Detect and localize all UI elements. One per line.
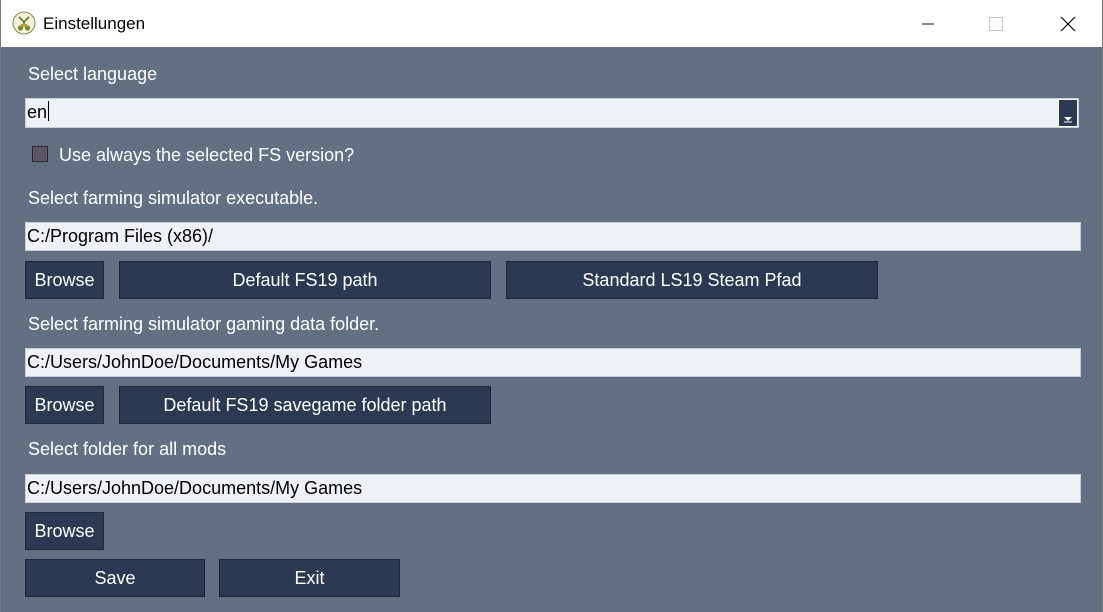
close-button[interactable] — [1045, 0, 1091, 47]
dropdown-arrow-button[interactable] — [1058, 99, 1078, 127]
mods-browse-button[interactable]: Browse — [25, 512, 104, 550]
fs-version-checkbox[interactable] — [32, 146, 48, 162]
minimize-icon — [922, 23, 934, 24]
executable-label: Select farming simulator executable. — [28, 188, 319, 208]
maximize-icon — [989, 16, 1003, 31]
text-cursor — [48, 101, 50, 121]
executable-path-field[interactable]: C:/Program Files (x86)/ — [25, 222, 1081, 251]
settings-panel: Select language en Use always the select… — [1, 47, 1102, 612]
farming-tractor-icon — [12, 11, 36, 35]
gaming-data-browse-button[interactable]: Browse — [25, 386, 104, 424]
title-bar[interactable]: Einstellungen — [1, 0, 1102, 47]
window-title: Einstellungen — [43, 14, 146, 33]
language-select-value-wrap: en — [27, 101, 50, 123]
default-fs19-path-button[interactable]: Default FS19 path — [119, 261, 491, 299]
mods-label: Select folder for all mods — [28, 439, 227, 459]
mods-path-field[interactable]: C:/Users/JohnDoe/Documents/My Games — [25, 474, 1081, 503]
dropdown-arrow-icon — [1064, 117, 1072, 123]
fs-version-label: Use always the selected FS version? — [59, 145, 355, 165]
language-select-value: en — [27, 102, 48, 122]
steam-path-button[interactable]: Standard LS19 Steam Pfad — [506, 261, 878, 299]
save-button[interactable]: Save — [25, 559, 205, 597]
language-select[interactable]: en — [25, 98, 1079, 128]
minimize-button[interactable] — [905, 0, 951, 47]
default-savegame-path-button[interactable]: Default FS19 savegame folder path — [119, 386, 491, 424]
close-icon — [1060, 16, 1076, 31]
maximize-button[interactable] — [973, 0, 1019, 47]
settings-window: Einstellungen Select language en Use alw… — [0, 0, 1103, 612]
exit-button[interactable]: Exit — [219, 559, 400, 597]
gaming-data-label: Select farming simulator gaming data fol… — [28, 314, 380, 334]
gaming-data-path-field[interactable]: C:/Users/JohnDoe/Documents/My Games — [25, 348, 1081, 377]
executable-browse-button[interactable]: Browse — [25, 261, 104, 299]
language-label: Select language — [28, 64, 158, 84]
